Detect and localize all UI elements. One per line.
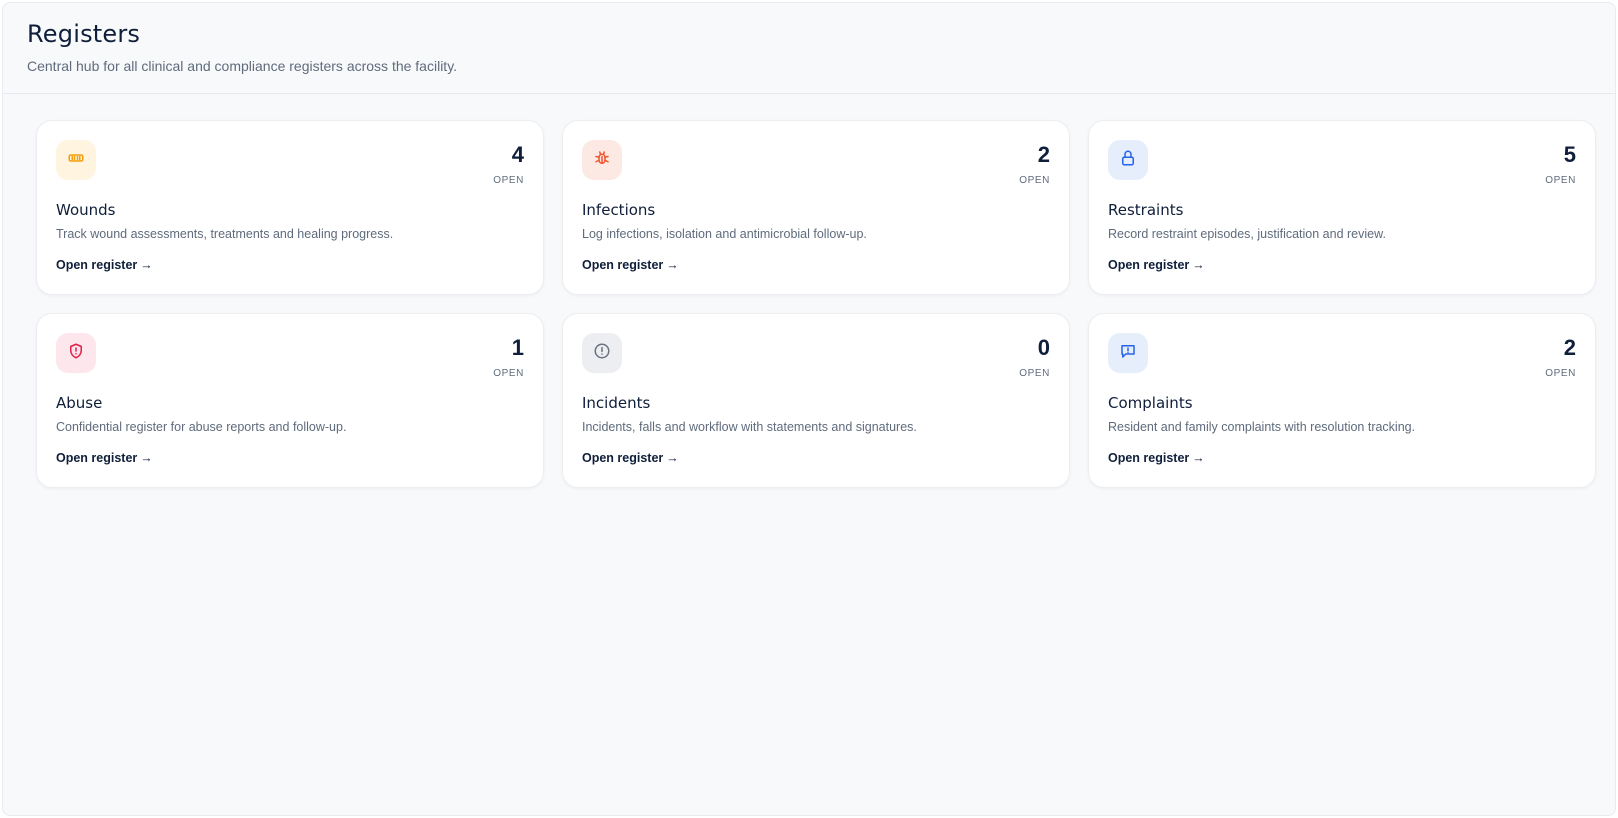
bandage-icon xyxy=(67,149,85,172)
open-label: OPEN xyxy=(1019,368,1050,379)
message-alert-icon xyxy=(1119,342,1137,365)
abuse-icon-badge xyxy=(56,333,96,373)
open-label: OPEN xyxy=(1545,368,1576,379)
card-title: Complaints xyxy=(1108,394,1193,412)
link-label: Open register xyxy=(582,451,664,465)
arrow-right-icon: → xyxy=(1192,258,1205,272)
registers-grid: 4 OPEN Wounds Track wound assessments, t… xyxy=(36,120,1596,488)
wounds-icon-badge xyxy=(56,140,96,180)
card-title: Abuse xyxy=(56,394,103,412)
register-card-infections[interactable]: 2 OPEN Infections Log infections, isolat… xyxy=(562,120,1070,295)
card-title: Incidents xyxy=(582,394,651,412)
link-label: Open register xyxy=(582,258,664,272)
link-label: Open register xyxy=(56,451,138,465)
lock-icon xyxy=(1119,149,1137,172)
page-subtitle: Central hub for all clinical and complia… xyxy=(27,58,458,74)
arrow-right-icon: → xyxy=(666,451,679,465)
card-description: Incidents, falls and workflow with state… xyxy=(582,420,917,434)
register-card-wounds[interactable]: 4 OPEN Wounds Track wound assessments, t… xyxy=(36,120,544,295)
register-card-restraints[interactable]: 5 OPEN Restraints Record restraint episo… xyxy=(1088,120,1596,295)
open-register-link-abuse[interactable]: Open register → xyxy=(56,451,153,465)
arrow-right-icon: → xyxy=(140,258,153,272)
card-description: Track wound assessments, treatments and … xyxy=(56,227,394,241)
card-title: Wounds xyxy=(56,201,116,219)
page-header: Registers Central hub for all clinical a… xyxy=(3,3,1615,94)
card-title: Restraints xyxy=(1108,201,1184,219)
open-register-link-incidents[interactable]: Open register → xyxy=(582,451,679,465)
open-label: OPEN xyxy=(493,175,524,186)
arrow-right-icon: → xyxy=(666,258,679,272)
page-title: Registers xyxy=(27,20,141,48)
bug-icon xyxy=(593,149,611,172)
register-card-abuse[interactable]: 1 OPEN Abuse Confidential register for a… xyxy=(36,313,544,488)
link-label: Open register xyxy=(56,258,138,272)
open-count: 2 xyxy=(1563,335,1576,360)
link-label: Open register xyxy=(1108,451,1190,465)
card-description: Resident and family complaints with reso… xyxy=(1108,420,1416,434)
arrow-right-icon: → xyxy=(140,451,153,465)
open-count: 1 xyxy=(511,335,524,360)
card-description: Log infections, isolation and antimicrob… xyxy=(582,227,867,241)
register-card-complaints[interactable]: 2 OPEN Complaints Resident and family co… xyxy=(1088,313,1596,488)
shield-alert-icon xyxy=(67,342,85,365)
card-title: Infections xyxy=(582,201,656,219)
link-label: Open register xyxy=(1108,258,1190,272)
registers-page: Registers Central hub for all clinical a… xyxy=(2,2,1616,816)
alert-circle-icon xyxy=(593,342,611,365)
restraints-icon-badge xyxy=(1108,140,1148,180)
open-register-link-restraints[interactable]: Open register → xyxy=(1108,258,1205,272)
register-card-incidents[interactable]: 0 OPEN Incidents Incidents, falls and wo… xyxy=(562,313,1070,488)
card-description: Confidential register for abuse reports … xyxy=(56,420,347,434)
open-label: OPEN xyxy=(1019,175,1050,186)
open-label: OPEN xyxy=(1545,175,1576,186)
open-register-link-wounds[interactable]: Open register → xyxy=(56,258,153,272)
incidents-icon-badge xyxy=(582,333,622,373)
complaints-icon-badge xyxy=(1108,333,1148,373)
card-description: Record restraint episodes, justification… xyxy=(1108,227,1386,241)
open-count: 4 xyxy=(511,142,524,167)
arrow-right-icon: → xyxy=(1192,451,1205,465)
open-register-link-infections[interactable]: Open register → xyxy=(582,258,679,272)
open-count: 5 xyxy=(1563,142,1576,167)
open-count: 2 xyxy=(1037,142,1050,167)
infections-icon-badge xyxy=(582,140,622,180)
open-register-link-complaints[interactable]: Open register → xyxy=(1108,451,1205,465)
open-label: OPEN xyxy=(493,368,524,379)
open-count: 0 xyxy=(1037,335,1050,360)
